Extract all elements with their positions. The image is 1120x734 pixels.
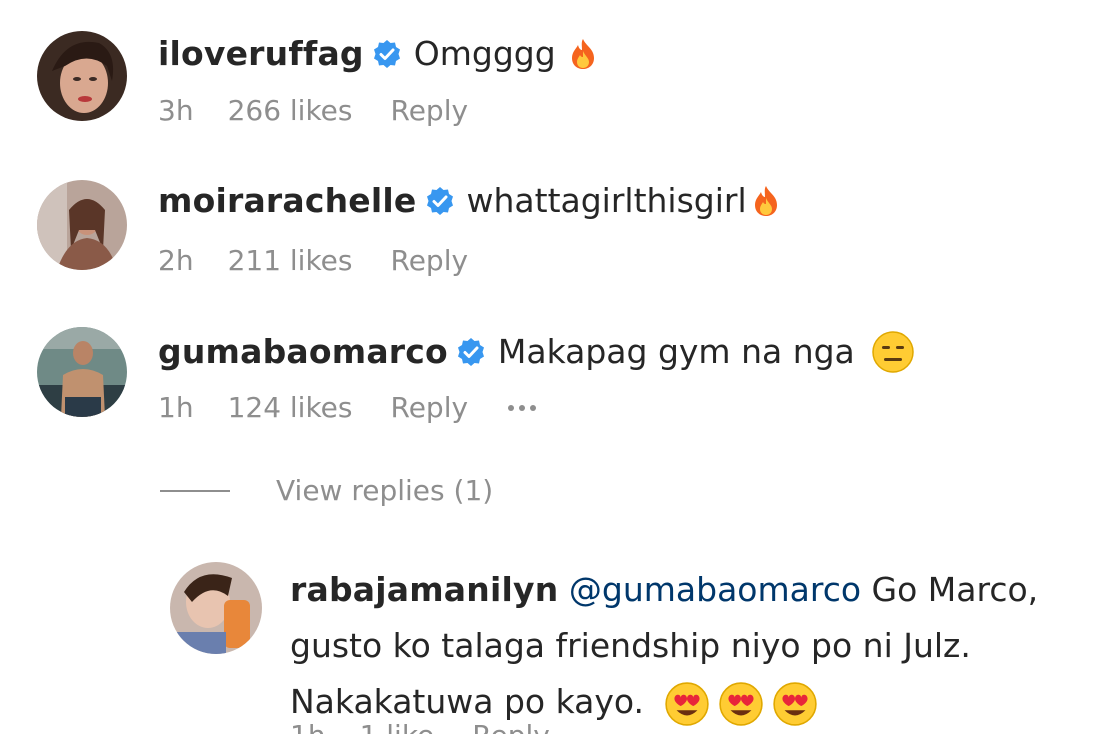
reply-button[interactable]: Reply — [391, 93, 469, 129]
reply-content: rabajamanilyn @gumabaomarco Go Marco, gu… — [290, 562, 1090, 730]
likes-count[interactable]: 211 likes — [228, 243, 353, 279]
comment-text: whattagirlthisgirl — [466, 181, 747, 220]
comment-text: Makapag gym na nga — [497, 332, 855, 371]
avatar[interactable] — [37, 31, 127, 121]
heart-eyes-emoji-icon — [772, 681, 818, 727]
heart-eyes-emoji-icon — [718, 681, 764, 727]
avatar[interactable] — [37, 180, 127, 270]
username[interactable]: moirarachelle — [158, 181, 417, 221]
comments-panel: iloveruffag Omgggg 3h 266 likes Reply mo… — [0, 0, 1120, 734]
view-replies-label: View replies (1) — [276, 474, 494, 507]
likes-count[interactable]: 124 likes — [228, 390, 353, 426]
reply-line: rabajamanilyn @gumabaomarco Go Marco, — [290, 562, 1090, 618]
reply-line: gusto ko talaga friendship niyo po ni Ju… — [290, 626, 971, 665]
comment-meta: 2h 211 likes Reply — [158, 243, 508, 279]
comment-text: Omgggg — [413, 34, 556, 73]
likes-count[interactable]: 1 like — [360, 718, 435, 734]
comment-meta: 3h 266 likes Reply — [158, 93, 508, 129]
comment-line: iloveruffag Omgggg — [158, 34, 600, 74]
username[interactable]: gumabaomarco — [158, 332, 448, 372]
timestamp: 1h — [158, 391, 194, 424]
mention-link[interactable]: @gumabaomarco — [569, 570, 861, 609]
reply-meta: 1h 1 like Reply — [290, 718, 590, 734]
username[interactable]: iloveruffag — [158, 34, 364, 74]
likes-count[interactable]: 266 likes — [228, 93, 353, 129]
reply-button[interactable]: Reply — [391, 243, 469, 279]
timestamp: 1h — [290, 718, 326, 734]
reply-text: Go Marco, — [871, 570, 1039, 609]
divider — [160, 489, 230, 492]
comment-meta: 1h 124 likes Reply — [158, 390, 537, 426]
comment-line: moirarachelle whattagirlthisgirl — [158, 181, 783, 221]
heart-eyes-emoji-icon — [664, 681, 710, 727]
more-options-icon[interactable] — [508, 405, 537, 411]
reply-button[interactable]: Reply — [391, 390, 469, 426]
timestamp: 3h — [158, 94, 194, 127]
verified-badge-icon — [425, 186, 455, 216]
expressionless-face-emoji-icon — [871, 330, 915, 374]
verified-badge-icon — [456, 337, 486, 367]
avatar[interactable] — [170, 562, 262, 654]
reply-button[interactable]: Reply — [472, 718, 550, 734]
reply-text: Nakakatuwa po kayo. — [290, 682, 644, 721]
username[interactable]: rabajamanilyn — [290, 570, 558, 609]
fire-emoji-icon — [566, 37, 600, 71]
verified-badge-icon — [372, 39, 402, 69]
comment-line: gumabaomarco Makapag gym na nga — [158, 330, 915, 374]
fire-emoji-icon — [749, 184, 783, 218]
view-replies-button[interactable]: View replies (1) — [160, 474, 493, 507]
avatar[interactable] — [37, 327, 127, 417]
timestamp: 2h — [158, 244, 194, 277]
